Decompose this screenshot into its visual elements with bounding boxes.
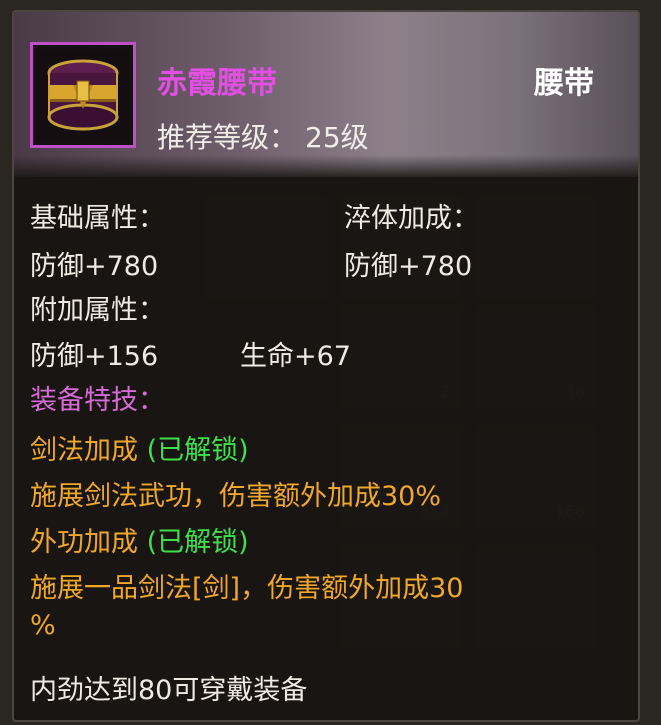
special-skills-label: 装备特技： (30, 385, 165, 416)
skill-1-status: (已解锁) (146, 435, 249, 466)
required-level: 推荐等级： 25级 (157, 116, 369, 156)
skill-1-line: 剑法加成 (已解锁) (30, 428, 249, 467)
skill-2-line: 外功加成 (已解锁) (30, 520, 249, 559)
skill-1-description: 施展剑法武功，伤害额外加成30% (30, 481, 442, 512)
item-name: 赤霞腰带 (157, 66, 277, 101)
temper-bonus-label: 淬体加成： (344, 203, 479, 234)
extra-defense-stat: 防御+156 (30, 341, 159, 372)
extra-health-stat: 生命+67 (240, 341, 351, 372)
belt-icon (37, 49, 129, 141)
base-defense-stat: 防御+780 (30, 251, 159, 282)
skill-1-name: 剑法加成 (30, 435, 138, 466)
wear-requirement: 内劲达到80可穿戴装备 (30, 675, 308, 706)
extra-attributes-label: 附加属性： (30, 295, 165, 326)
skill-2-description: 施展一品剑法[剑]，伤害额外加成30 (30, 573, 464, 604)
base-attributes-label: 基础属性： (30, 203, 165, 234)
skill-2-description-continued: % (30, 610, 56, 641)
skill-2-status: (已解锁) (146, 527, 249, 558)
item-type: 腰带 (534, 66, 594, 101)
temper-defense-stat: 防御+780 (344, 251, 473, 282)
item-tooltip: 赤霞腰带 腰带 推荐等级： 25级 基础属性： 淬体加成： 防御+780 防御+7… (12, 10, 640, 722)
required-level-value: 25级 (305, 121, 369, 154)
skill-2-name: 外功加成 (30, 527, 138, 558)
item-icon-frame[interactable] (30, 42, 136, 148)
required-level-label: 推荐等级： (157, 121, 298, 154)
